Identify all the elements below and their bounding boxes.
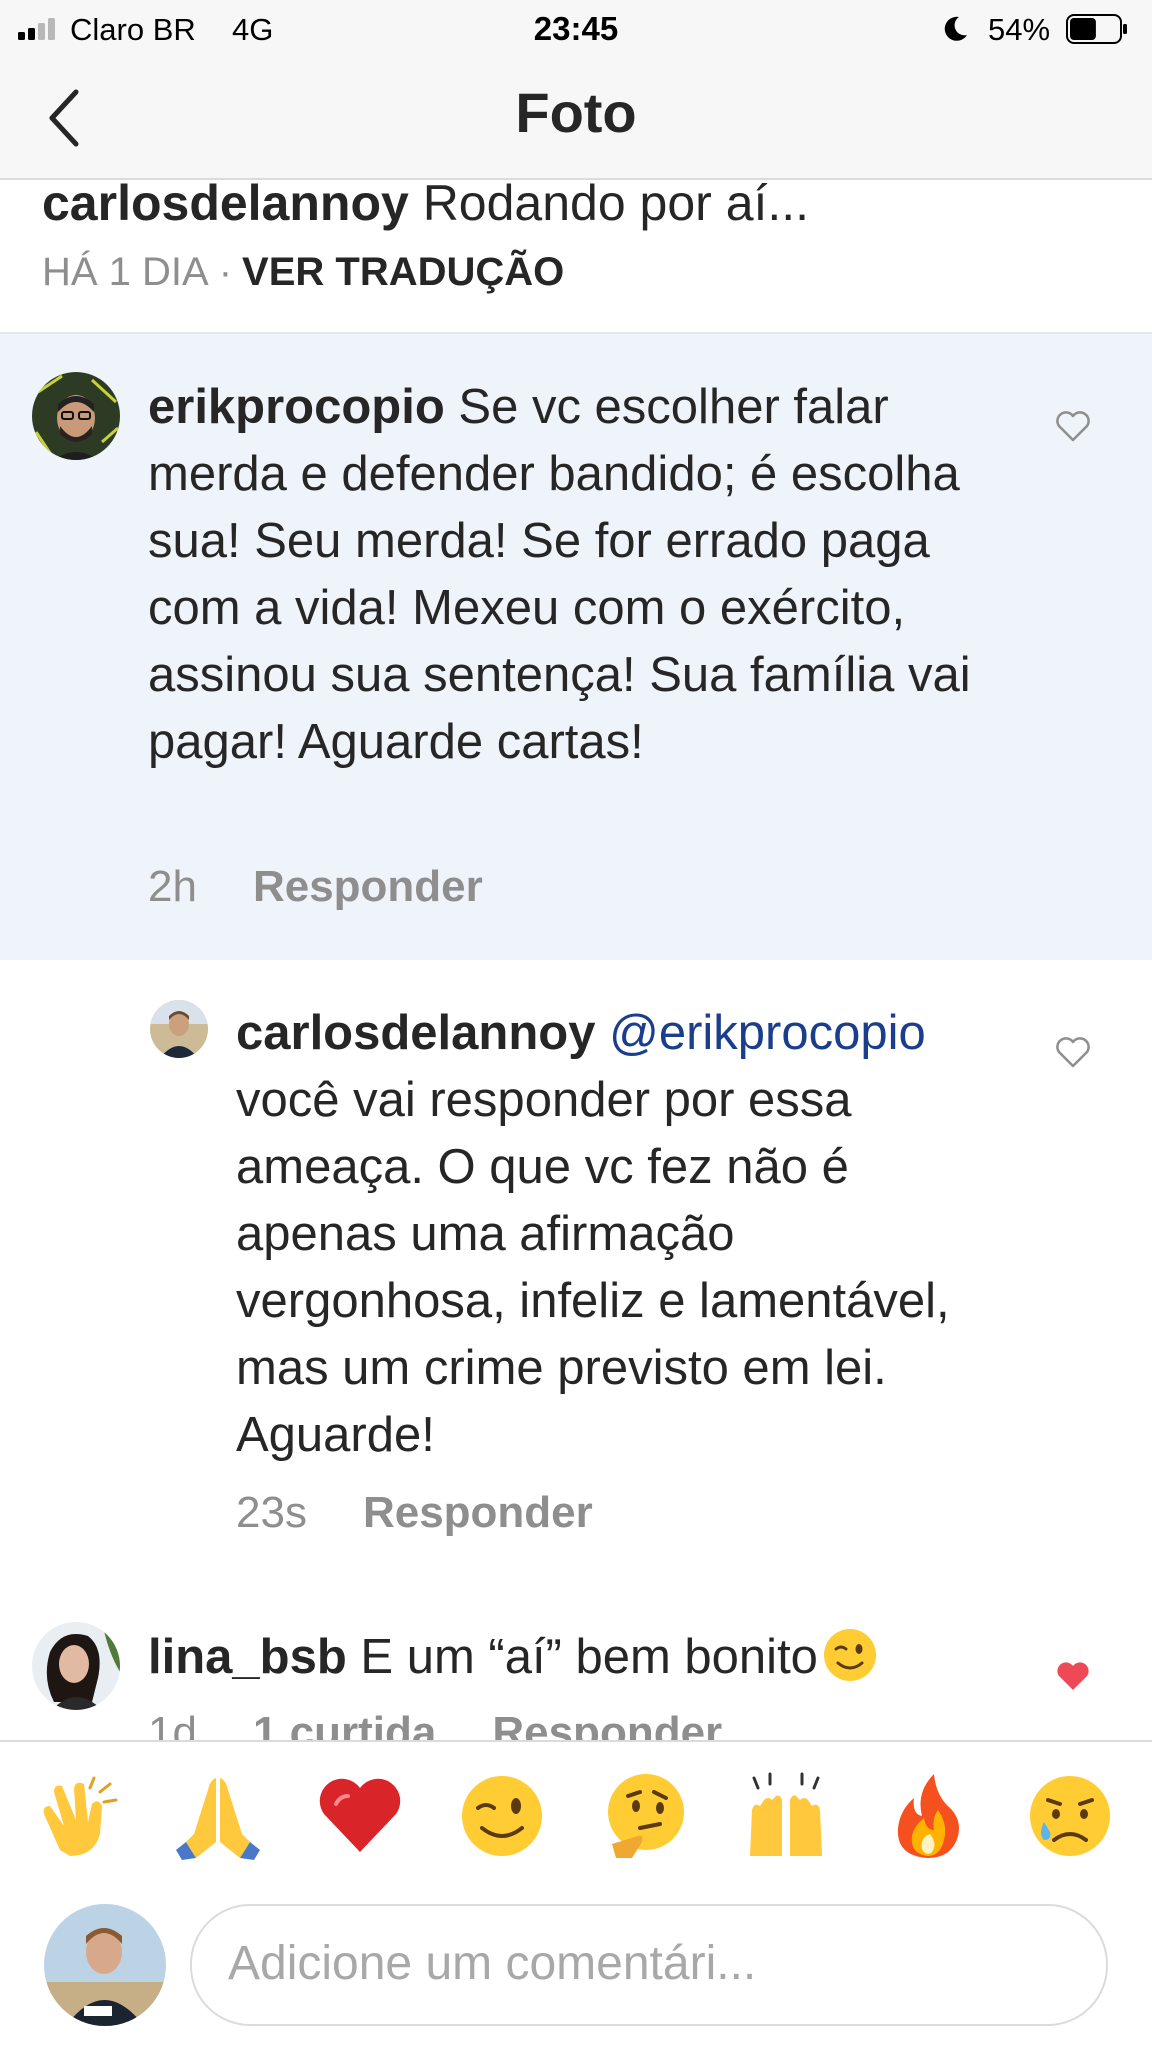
comment-body: lina_bsb E um “aí” bem bonito — [148, 1624, 1028, 1691]
comment-input[interactable]: Adicione um comentári... — [190, 1904, 1108, 2026]
meta-separator: · — [218, 250, 233, 294]
mention-link[interactable]: @erikprocopio — [595, 1006, 926, 1060]
crying-face-emoji[interactable] — [1024, 1770, 1116, 1862]
emoji-quick-bar — [0, 1740, 1152, 1892]
folded-hands-emoji[interactable] — [172, 1770, 264, 1862]
heart-filled-icon[interactable] — [1055, 1660, 1091, 1692]
caption-username[interactable]: carlosdelannoy — [42, 175, 409, 231]
battery-percent: 54% — [988, 12, 1051, 47]
avatar[interactable] — [44, 1904, 166, 2026]
comment-time: 23s — [236, 1488, 307, 1537]
reply-button[interactable]: Responder — [363, 1488, 593, 1537]
clock: 23:45 — [533, 10, 619, 47]
caption-time: HÁ 1 DIA — [42, 250, 209, 294]
wink-emoji — [823, 1629, 876, 1681]
comment-text: Se vc escolher falar merda e defender ba… — [148, 380, 971, 769]
red-heart-emoji[interactable] — [314, 1770, 406, 1862]
see-translation-link[interactable]: VER TRADUÇÃO — [242, 250, 564, 294]
avatar[interactable] — [32, 372, 120, 460]
reply-button[interactable]: Responder — [253, 862, 483, 911]
post-caption: carlosdelannoy Rodando por aí... HÁ 1 DI… — [0, 175, 1152, 334]
battery-icon — [1066, 14, 1127, 44]
page-title: Foto — [515, 81, 637, 144]
thinking-face-emoji[interactable] — [598, 1770, 690, 1862]
winking-face-emoji[interactable] — [456, 1770, 548, 1862]
comment-time: 2h — [148, 862, 197, 911]
comment-input-placeholder: Adicione um comentári... — [228, 1937, 757, 1990]
comment-username[interactable]: lina_bsb — [148, 1630, 347, 1684]
raising-hands-emoji[interactable] — [740, 1770, 832, 1862]
caption-text: Rodando por aí... — [408, 175, 810, 231]
clapping-hands-emoji[interactable] — [30, 1770, 122, 1862]
comment-meta: 2h Responder — [148, 862, 483, 912]
comment-body: erikprocopio Se vc escolher falar merda … — [148, 374, 998, 776]
comment-meta: 23s Responder — [236, 1488, 593, 1538]
avatar[interactable] — [32, 1622, 120, 1710]
fire-emoji[interactable] — [882, 1770, 974, 1862]
heart-outline-icon[interactable] — [1055, 410, 1091, 442]
heart-outline-icon[interactable] — [1055, 1036, 1091, 1068]
comment-username[interactable]: erikprocopio — [148, 380, 445, 434]
comment-username[interactable]: carlosdelannoy — [236, 1006, 595, 1060]
avatar[interactable] — [150, 1000, 208, 1058]
comment-text: você vai responder por essa ameaça. O qu… — [236, 1073, 950, 1462]
status-bar: Claro BR 4G 23:45 54% — [0, 0, 1152, 60]
comment-input-row: Adicione um comentári... — [0, 1890, 1152, 2048]
comment-body: carlosdelannoy @erikprocopio você vai re… — [236, 1000, 1016, 1469]
moon-icon — [944, 16, 967, 41]
nav-bar: Foto — [0, 60, 1152, 180]
comment-text: E um “aí” bem bonito — [346, 1630, 818, 1684]
